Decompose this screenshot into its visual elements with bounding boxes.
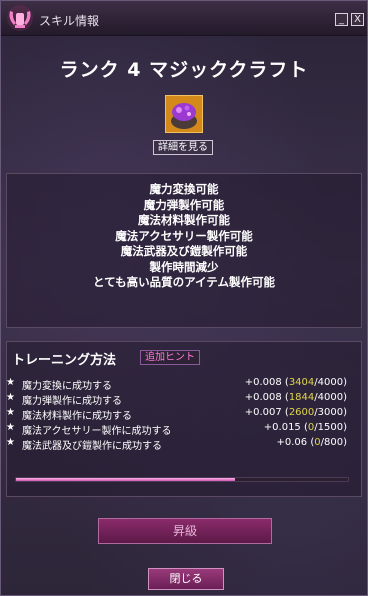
effect-item: 魔法アクセサリー製作可能 xyxy=(115,228,253,243)
view-details-button[interactable]: 詳細を見る xyxy=(153,140,213,155)
task-name: 魔法武器及び鎧製作に成功する xyxy=(22,441,162,452)
skill-info-window: スキル情報 _ X ランク 4 マジッククラフト 詳細を見る 魔力変換可能 魔力… xyxy=(0,0,368,596)
task-max: 800 xyxy=(324,437,344,448)
close-button[interactable]: 閉じる xyxy=(148,568,224,590)
title-bar[interactable]: スキル情報 _ X xyxy=(1,1,367,36)
task-name: 魔力変換に成功する xyxy=(22,381,112,392)
effect-item: 製作時間減少 xyxy=(149,259,219,274)
effects-list: 魔力変換可能 魔力弾製作可能 魔法材料製作可能 魔法アクセサリー製作可能 魔法武… xyxy=(7,182,361,291)
task-current: 1844 xyxy=(288,392,315,403)
effect-item: 魔力弾製作可能 xyxy=(143,197,225,212)
minimize-button[interactable]: _ xyxy=(335,13,348,26)
training-task-row: ★ 魔法アクセサリー製作に成功する +0.015 (0/1500) xyxy=(6,422,361,437)
effect-item: 魔力変換可能 xyxy=(149,182,219,196)
effect-item: 魔法武器及び鎧製作可能 xyxy=(120,244,248,258)
star-icon: ★ xyxy=(6,392,15,403)
task-name: 魔力弾製作に成功する xyxy=(22,396,122,407)
task-reward: +0.06 (0/800) xyxy=(276,437,348,448)
winged-hand-emblem-icon xyxy=(5,3,35,33)
window-title: スキル情報 xyxy=(39,14,100,28)
magic-craft-cauldron-icon xyxy=(165,95,203,133)
effect-item: 魔法材料製作可能 xyxy=(138,213,230,227)
effect-item: とても高い品質のアイテム製作可能 xyxy=(93,275,275,289)
task-reward: +0.008 (1844/4000) xyxy=(244,392,347,403)
star-icon: ★ xyxy=(6,437,15,448)
training-panel: トレーニング方法 追加ヒント ★ 魔力変換に成功する +0.008 (3404/… xyxy=(6,341,362,497)
extra-hint-button[interactable]: 追加ヒント xyxy=(140,350,200,365)
task-reward: +0.008 (3404/4000) xyxy=(244,377,347,388)
training-task-row: ★ 魔法材料製作に成功する +0.007 (2600/3000) xyxy=(6,407,361,422)
task-name: 魔法材料製作に成功する xyxy=(22,411,132,422)
close-window-button[interactable]: X xyxy=(351,13,364,26)
task-current: 0 xyxy=(307,422,315,433)
task-max: 4000 xyxy=(317,392,344,403)
star-icon: ★ xyxy=(6,407,15,418)
task-current: 0 xyxy=(314,437,321,448)
task-name: 魔法アクセサリー製作に成功する xyxy=(22,426,172,437)
star-icon: ★ xyxy=(6,377,15,388)
task-max: 4000 xyxy=(317,377,344,388)
skill-rank-title: ランク 4 マジッククラフト xyxy=(59,59,309,81)
training-task-row: ★ 魔法武器及び鎧製作に成功する +0.06 (0/800) xyxy=(6,437,361,452)
task-reward: +0.015 (0/1500) xyxy=(263,422,347,433)
task-current: 3404 xyxy=(288,377,315,388)
rank-effects-panel: 魔力変換可能 魔力弾製作可能 魔法材料製作可能 魔法アクセサリー製作可能 魔法武… xyxy=(6,173,362,328)
task-max: 3000 xyxy=(317,407,344,418)
task-reward: +0.007 (2600/3000) xyxy=(244,407,347,418)
training-title: トレーニング方法 xyxy=(12,353,117,368)
rank-progress-fill xyxy=(16,478,236,481)
training-task-row: ★ 魔力弾製作に成功する +0.008 (1844/4000) xyxy=(6,392,361,407)
task-current: 2600 xyxy=(288,407,315,418)
task-max: 1500 xyxy=(317,422,344,433)
rank-up-button[interactable]: 昇級 xyxy=(98,518,272,544)
rank-progress-bar xyxy=(15,477,349,482)
training-task-row: ★ 魔力変換に成功する +0.008 (3404/4000) xyxy=(6,377,361,392)
star-icon: ★ xyxy=(6,422,15,433)
